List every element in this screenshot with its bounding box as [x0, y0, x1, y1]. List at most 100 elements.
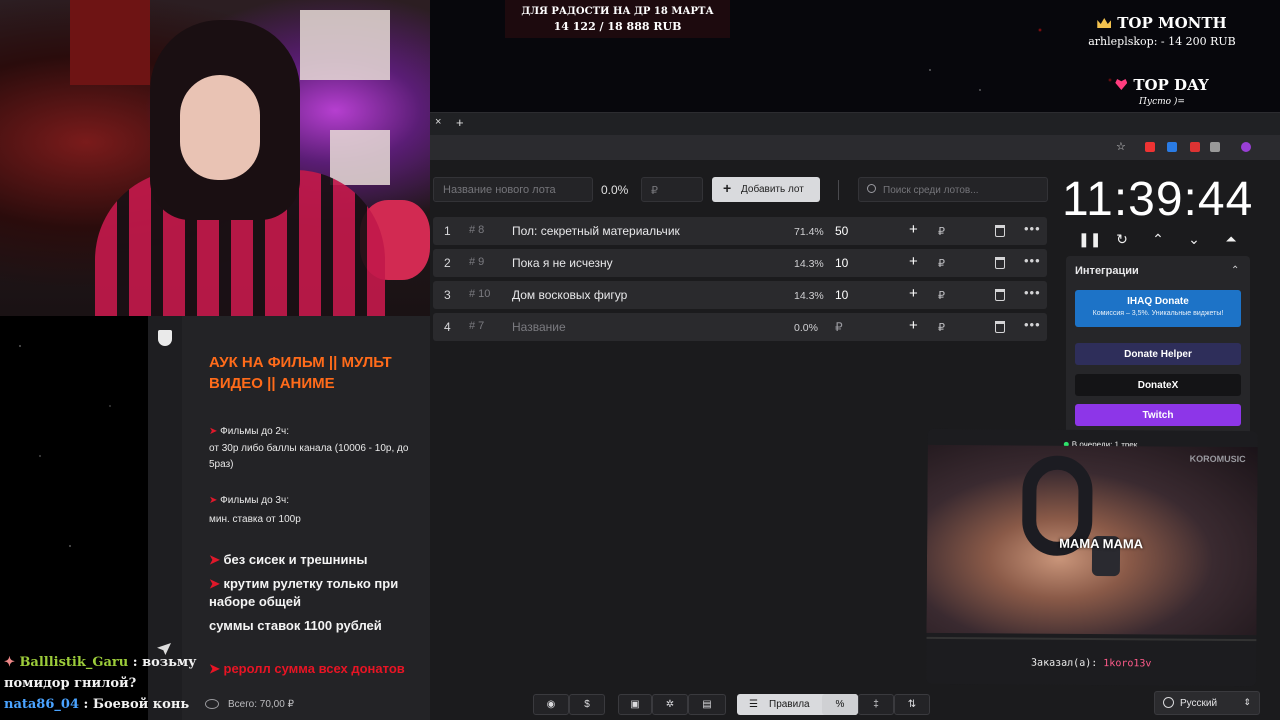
- percent-button[interactable]: %: [822, 694, 858, 715]
- lot-row[interactable]: 3 # 10 Дом восковых фигур 14.3% 10 + ₽ •…: [433, 281, 1047, 309]
- video-progress: [926, 636, 1257, 642]
- github-icon: ◉: [546, 699, 556, 710]
- more-icon[interactable]: •••: [1024, 221, 1041, 236]
- sort-button[interactable]: ⇅: [894, 694, 930, 715]
- ordered-prefix: Заказал(а):: [1031, 657, 1098, 670]
- add-amount-icon[interactable]: +: [909, 285, 918, 302]
- eye-off-icon[interactable]: [205, 699, 219, 709]
- lot-index: 3: [444, 288, 451, 302]
- twitch-button[interactable]: Twitch: [1075, 404, 1241, 426]
- lot-amount[interactable]: 10: [835, 288, 848, 302]
- list-icon: ☰: [749, 699, 758, 710]
- rub-input-icon[interactable]: ₽: [938, 225, 945, 238]
- bookmark-star-icon[interactable]: ☆: [1116, 140, 1126, 153]
- profile-avatar[interactable]: [1241, 142, 1251, 152]
- donatex-button[interactable]: DonateX: [1075, 374, 1241, 396]
- github-button[interactable]: ◉: [533, 694, 569, 715]
- extensions-puzzle-icon[interactable]: [1210, 142, 1220, 152]
- lot-name[interactable]: Пол: секретный материальчик: [512, 224, 680, 238]
- lot-percent: 71.4%: [794, 226, 824, 238]
- add-amount-icon[interactable]: +: [909, 253, 918, 270]
- ihaq-donate-button[interactable]: IHAQ Donate Комиссия – 3,5%. Уникальные …: [1075, 290, 1241, 327]
- chat-username[interactable]: nata86_04: [4, 697, 79, 712]
- video-lyrics: MAMA MAMA: [1059, 535, 1144, 552]
- lot-amount[interactable]: 50: [835, 224, 848, 238]
- language-select[interactable]: Русский ⇕: [1154, 691, 1260, 715]
- heart-icon: [1115, 79, 1128, 90]
- lot-amount[interactable]: ₽: [835, 320, 843, 334]
- ordered-user: 1koro13v: [1103, 658, 1152, 670]
- integrations-title: Интеграции: [1075, 265, 1139, 277]
- films2-text: от 30р либо баллы канала (10006 - 10р, д…: [209, 443, 409, 470]
- top-month-entry: arhleplskop: - 14 200 RUB: [1088, 35, 1236, 48]
- video-brand: KOROMUSIC: [1189, 453, 1246, 465]
- add-amount-icon[interactable]: +: [909, 221, 918, 238]
- extension-icon[interactable]: [1190, 142, 1200, 152]
- new-tab-icon[interactable]: +: [456, 115, 464, 130]
- archive-button[interactable]: ▤: [688, 694, 726, 715]
- split-button[interactable]: ‡: [858, 694, 894, 715]
- shield-icon[interactable]: [158, 330, 172, 346]
- divider: [838, 180, 839, 200]
- rule-1: ➤ без сисек и трешнины: [209, 552, 368, 567]
- arrow-icon: ➤: [209, 552, 224, 567]
- pause-icon[interactable]: ❚❚: [1078, 232, 1101, 246]
- new-lot-input[interactable]: Название нового лота: [433, 177, 593, 202]
- chevron-up-icon[interactable]: ⌃: [1231, 265, 1239, 276]
- total-amount: Всего: 70,00 ₽: [228, 699, 294, 710]
- chat-colon: :: [128, 655, 143, 670]
- bug-button[interactable]: ✲: [652, 694, 688, 715]
- lot-name[interactable]: Пока я не исчезну: [512, 256, 613, 270]
- extension-icon[interactable]: [1145, 142, 1155, 152]
- save-icon: ▣: [630, 699, 640, 710]
- lot-amount[interactable]: 10: [835, 256, 848, 270]
- archive-icon: ▤: [702, 699, 712, 710]
- chat-text: Боевой конь: [92, 697, 190, 712]
- close-tab-icon[interactable]: ×: [435, 116, 441, 128]
- more-icon[interactable]: •••: [1024, 285, 1041, 300]
- add-amount-icon[interactable]: +: [909, 317, 918, 334]
- chat-message: ✦ Balllistik_Garu : возьму: [4, 655, 197, 670]
- lot-name[interactable]: Дом восковых фигур: [512, 288, 627, 302]
- more-icon[interactable]: •••: [1024, 253, 1041, 268]
- new-lot-amount-input[interactable]: ₽: [641, 177, 703, 202]
- webcam-feed: [0, 0, 430, 316]
- trash-icon[interactable]: [995, 289, 1005, 301]
- lot-percent: 0.0%: [794, 322, 818, 334]
- rule-2: ➤ крутим рулетку только при наборе общей: [209, 576, 399, 609]
- reset-icon[interactable]: ↻: [1115, 232, 1129, 246]
- lot-search-input[interactable]: Поиск среди лотов...: [858, 177, 1048, 202]
- arrow-icon: ➤: [209, 576, 224, 591]
- save-button[interactable]: ▣: [618, 694, 652, 715]
- lot-row[interactable]: 1 # 8 Пол: секретный материальчик 71.4% …: [433, 217, 1047, 245]
- chevron-down-icon[interactable]: ⌄: [1187, 232, 1201, 246]
- rub-input-icon[interactable]: ₽: [938, 321, 945, 334]
- chat-colon: :: [79, 697, 93, 712]
- chat-message: nata86_04 : Боевой конь: [4, 697, 189, 712]
- more-icon[interactable]: •••: [1024, 317, 1041, 332]
- plus-icon: +: [723, 180, 732, 196]
- ihaq-label: IHAQ Donate: [1127, 296, 1189, 307]
- lot-row[interactable]: 2 # 9 Пока я не исчезну 14.3% 10 + ₽ •••: [433, 249, 1047, 277]
- rub-input-icon[interactable]: ₽: [938, 289, 945, 302]
- donate-button[interactable]: $: [569, 694, 605, 715]
- rub-input-icon[interactable]: ₽: [938, 257, 945, 270]
- trash-icon[interactable]: [995, 321, 1005, 333]
- lot-index: 2: [444, 256, 451, 270]
- chat-username[interactable]: Balllistik_Garu: [19, 655, 128, 670]
- extension-icon[interactable]: [1167, 142, 1177, 152]
- search-icon: [867, 184, 876, 193]
- lot-name[interactable]: Название: [512, 320, 566, 334]
- lot-percent: 14.3%: [794, 258, 824, 270]
- add-lot-button[interactable]: + Добавить лот: [712, 177, 820, 202]
- bug-icon: ✲: [665, 699, 675, 710]
- goal-title: ДЛЯ РАДОСТИ НА ДР 18 МАРТА: [521, 6, 714, 17]
- lot-row[interactable]: 4 # 7 Название 0.0% ₽ + ₽ •••: [433, 313, 1047, 341]
- trash-icon[interactable]: [995, 257, 1005, 269]
- donate-helper-button[interactable]: Donate Helper: [1075, 343, 1241, 365]
- trash-icon[interactable]: [995, 225, 1005, 237]
- double-chevron-up-icon[interactable]: ⏶: [1224, 232, 1238, 246]
- films3-heading: ➤ Фильмы до 3ч:: [209, 495, 289, 506]
- chevron-up-icon[interactable]: ⌃: [1151, 232, 1165, 246]
- split-icon: ‡: [873, 699, 879, 710]
